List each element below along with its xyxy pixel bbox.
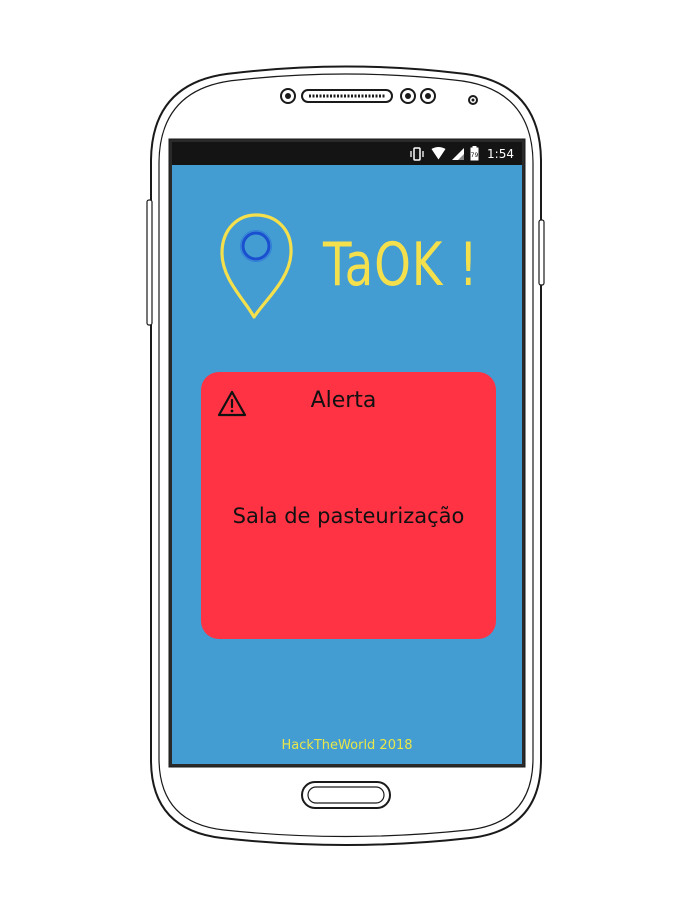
volume-button[interactable]: [146, 199, 153, 326]
wifi-icon: [431, 147, 446, 160]
footer-credit: HackTheWorld 2018: [281, 738, 413, 753]
status-bar: 79 1:54: [172, 142, 522, 165]
signal-icon: [452, 147, 465, 160]
location-pin-icon: [220, 213, 293, 319]
app-screen: 79 1:54 TaOK ! Alerta Sala de pasteuriza…: [172, 142, 522, 764]
logo-text: TaOK !: [323, 230, 479, 300]
alert-card[interactable]: Alerta Sala de pasteurização: [201, 372, 496, 639]
app-logo: TaOK !: [216, 209, 486, 324]
alert-message: Sala de pasteurização: [232, 504, 465, 528]
status-time: 1:54: [487, 146, 514, 161]
home-button[interactable]: [301, 781, 391, 809]
device-mockup: 79 1:54 TaOK ! Alerta Sala de pasteuriza…: [0, 0, 692, 923]
battery-icon: 79: [470, 146, 479, 161]
vibrate-icon: [410, 146, 424, 161]
svg-text:79: 79: [471, 152, 479, 159]
alert-title: Alerta: [310, 388, 377, 413]
power-button[interactable]: [538, 219, 545, 286]
status-icons: 79 1:54: [409, 145, 514, 162]
